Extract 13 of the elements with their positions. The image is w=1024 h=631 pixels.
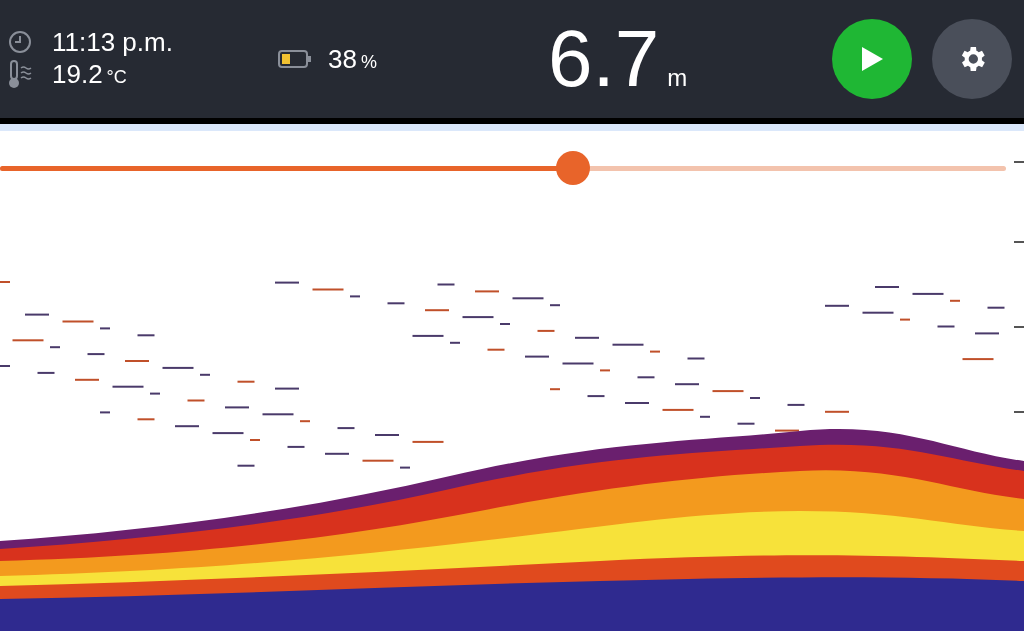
battery-unit: % — [360, 53, 377, 71]
time-text: 11:13 p.m. — [52, 29, 173, 55]
range-slider[interactable] — [0, 151, 1006, 185]
depth-value: 6.7 — [548, 19, 660, 99]
clock-icon — [8, 30, 32, 54]
water-temperature-icon — [8, 59, 32, 89]
battery-icon — [278, 50, 312, 68]
temperature-unit: °C — [106, 68, 127, 86]
play-icon — [859, 45, 885, 73]
battery-value: 38 — [328, 46, 357, 72]
slider-thumb[interactable] — [556, 151, 591, 185]
depth-unit: m — [667, 66, 688, 90]
temperature-value: 19.2 — [52, 61, 103, 87]
